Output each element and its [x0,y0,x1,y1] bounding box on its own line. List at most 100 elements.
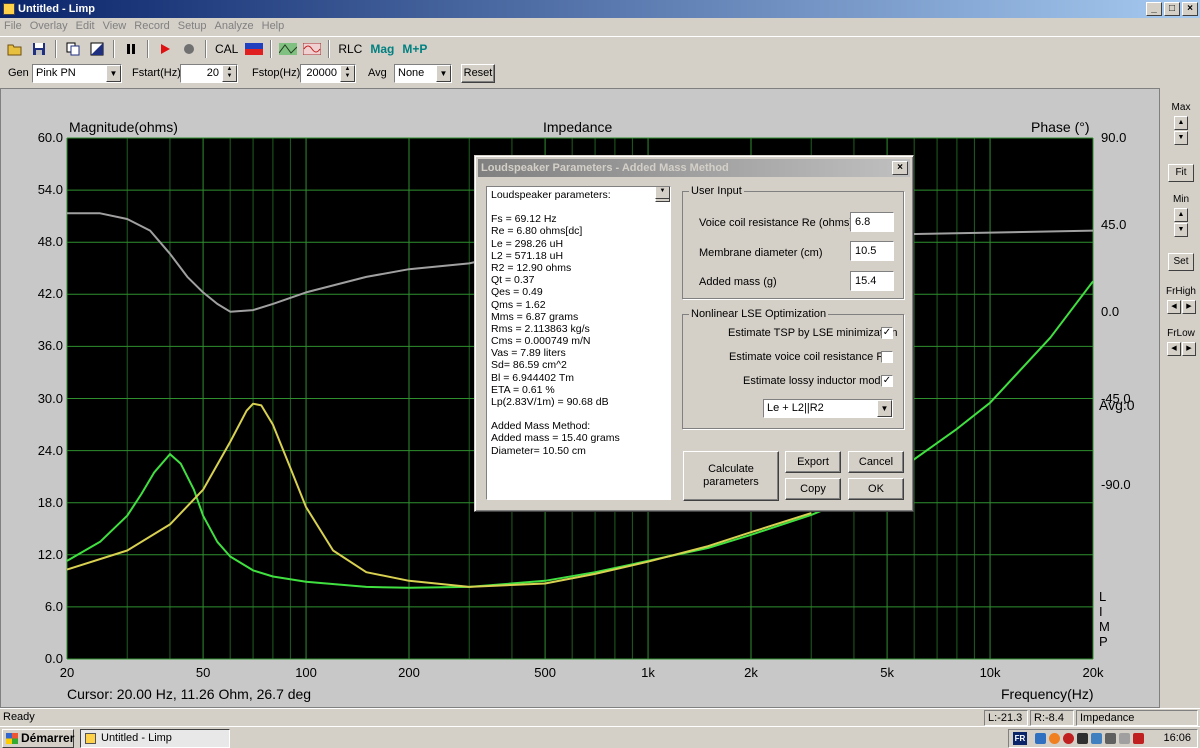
cal-button[interactable]: CAL [212,39,241,59]
limp-letter: L [1099,589,1107,604]
wave-icon[interactable] [301,39,323,59]
min-up-arrow-icon[interactable]: ▲ [1174,208,1188,222]
x-tick-label: 200 [398,665,420,680]
max-down-arrow-icon[interactable]: ▼ [1174,131,1188,145]
spin-arrows-icon[interactable]: ▲ ▼ [340,65,355,82]
ok-button[interactable]: OK [848,478,904,500]
firewall-icon[interactable] [1049,733,1060,744]
dialog-close-button[interactable]: × [892,161,908,175]
calculate-parameters-button[interactable]: Calculate parameters [683,451,779,501]
y2-tick-label: 90.0 [1101,130,1127,145]
report-line: Le = 298.26 uH [491,237,564,250]
chevron-down-icon[interactable]: ▼ [436,65,451,82]
record-icon[interactable] [178,39,200,59]
y-tick-label: 18.0 [37,494,63,510]
report-scrollbar[interactable]: ▲ ▼ [655,187,670,202]
chevron-down-icon[interactable]: ▼ [877,400,892,417]
report-line: Added Mass Method: [491,420,591,433]
close-button[interactable]: × [1182,2,1198,16]
report-line: ETA = 0.61 % [491,383,555,396]
set-button[interactable]: Set [1168,253,1194,271]
reset-button[interactable]: Reset [461,64,495,83]
antivirus-icon[interactable] [1063,733,1074,744]
menu-analyze[interactable]: Analyze [214,18,259,35]
estimate-re-checkbox[interactable] [881,351,893,363]
security-icon[interactable] [1133,733,1144,744]
frhigh-right-arrow-icon[interactable]: ▶ [1182,300,1196,314]
copy-icon[interactable] [62,39,84,59]
menu-file[interactable]: File [4,18,28,35]
max-up-arrow-icon[interactable]: ▲ [1174,116,1188,130]
minimize-button[interactable]: _ [1146,2,1162,16]
x-tick-label: 500 [534,665,556,680]
mark-icon[interactable] [86,39,108,59]
gen-select[interactable]: Pink PN ▼ [32,64,122,83]
fstart-stepper[interactable]: 20 ▲ ▼ [180,64,238,83]
usb-icon[interactable] [1119,733,1130,744]
menu-view[interactable]: View [103,18,133,35]
volume-icon[interactable] [1105,733,1116,744]
cancel-button[interactable]: Cancel [848,451,904,473]
maximize-button[interactable]: □ [1164,2,1180,16]
min-down-arrow-icon[interactable]: ▼ [1174,223,1188,237]
loudspeaker-parameters-dialog: Loudspeaker Parameters - Added Mass Meth… [474,155,914,512]
frlow-left-arrow-icon[interactable]: ◀ [1167,342,1181,356]
pause-icon[interactable] [120,39,142,59]
chevron-down-icon[interactable]: ▼ [106,65,121,82]
avg-select[interactable]: None ▼ [394,64,452,83]
y-tick-label: 24.0 [37,442,63,458]
y2-tick-label: -90.0 [1101,477,1131,493]
y-tick-label: 54.0 [37,182,63,198]
menu-setup[interactable]: Setup [178,18,213,35]
display-icon[interactable] [1091,733,1102,744]
report-line: Qt = 0.37 [491,274,535,287]
parameters-report[interactable]: Loudspeaker parameters: Fs = 69.12 Hz Re =… [486,186,671,500]
copy-button[interactable]: Copy [785,478,841,500]
language-indicator[interactable]: FR [1013,732,1027,745]
export-button[interactable]: Export [785,451,841,473]
menu-record[interactable]: Record [134,18,175,35]
open-folder-icon[interactable] [4,39,26,59]
re-input[interactable]: 6.8 [850,212,894,232]
rlc-button[interactable]: RLC [335,39,365,59]
nonlinear-lse-title: Nonlinear LSE Optimization [689,308,829,320]
menu-overlay[interactable]: Overlay [30,18,74,35]
inductor-model-select[interactable]: Le + L2||R2 ▼ [763,399,893,418]
device-icon[interactable] [1077,733,1088,744]
frlow-right-arrow-icon[interactable]: ▶ [1182,342,1196,356]
lse-minimization-checkbox[interactable]: ✓ [881,327,893,339]
lossy-inductor-checkbox[interactable]: ✓ [881,375,893,387]
fstop-stepper[interactable]: 20000 ▲ ▼ [300,64,356,83]
y2-tick-label: 45.0 [1101,216,1127,232]
menu-edit[interactable]: Edit [76,18,101,35]
diameter-input[interactable]: 10.5 [850,241,894,261]
right-panel: Max ▲ ▼ Fit Min ▲ ▼ Set FrHigh ◀ ▶ FrLow… [1162,88,1200,708]
filter-icon[interactable] [277,39,299,59]
y-tick-label: 12.0 [37,546,63,562]
taskbar-item-label: Untitled - Limp [101,732,172,744]
spectrum-icon[interactable] [243,39,265,59]
scroll-down-arrow-icon[interactable]: ▼ [655,187,670,200]
spin-arrows-icon[interactable]: ▲ ▼ [222,65,237,82]
app-icon [85,733,96,744]
frhigh-left-arrow-icon[interactable]: ◀ [1167,300,1181,314]
mag-phase-button[interactable]: M+P [399,39,430,59]
start-button[interactable]: Démarrer [2,729,74,748]
window-title: Untitled - Limp [18,3,95,15]
network-icon[interactable] [1035,733,1046,744]
system-tray: FR 16:06 [1008,729,1198,748]
added-mass-input[interactable]: 15.4 [850,271,894,291]
fit-button[interactable]: Fit [1168,164,1194,182]
gen-select-value: Pink PN [36,67,76,79]
nonlinear-lse-group: Nonlinear LSE Optimization Estimate TSP … [682,308,904,429]
title-bar: Untitled - Limp _ □ × [0,0,1200,18]
status-ready: Ready [3,711,35,723]
toolbar-separator [270,39,273,58]
menu-help[interactable]: Help [262,18,291,35]
taskbar-item-limp[interactable]: Untitled - Limp [80,729,230,748]
save-icon[interactable] [28,39,50,59]
mag-button[interactable]: Mag [367,39,397,59]
play-icon[interactable] [154,39,176,59]
x-tick-label: 50 [195,665,211,680]
y-tick-label: 30.0 [37,390,63,406]
